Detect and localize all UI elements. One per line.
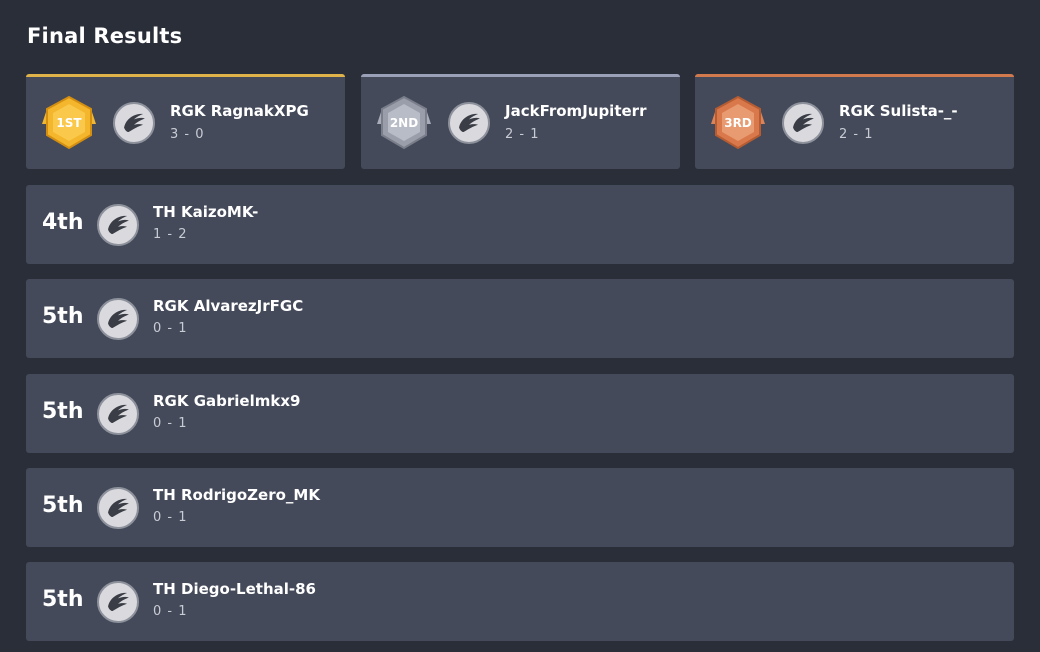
page-title: Final Results [27, 24, 183, 48]
player-score: 0 - 1 [153, 604, 188, 619]
player-name: RGK AlvarezJrFGC [153, 297, 304, 315]
player-name: RGK RagnakXPG [170, 102, 309, 120]
player-score: 2 - 1 [839, 127, 874, 142]
placement: 5th [42, 587, 84, 612]
wing-logo-icon [97, 487, 139, 529]
standing-row[interactable]: 5th RGK Gabrielmkx9 0 - 1 [26, 374, 1014, 453]
player-name: RGK Sulista-_- [839, 102, 958, 120]
placement: 5th [42, 304, 84, 329]
player-name: JackFromJupiterr [505, 102, 647, 120]
wing-logo-icon [97, 393, 139, 435]
podium-card-2nd[interactable]: 2ND JackFromJupiterr 2 - 1 [361, 74, 680, 169]
player-score: 3 - 0 [170, 127, 205, 142]
player-score: 1 - 2 [153, 227, 188, 242]
standing-row[interactable]: 5th TH Diego-Lethal-86 0 - 1 [26, 562, 1014, 641]
player-score: 2 - 1 [505, 127, 540, 142]
standing-row[interactable]: 4th TH KaizoMK- 1 - 2 [26, 185, 1014, 264]
player-name: TH KaizoMK- [153, 203, 259, 221]
player-score: 0 - 1 [153, 510, 188, 525]
gold-accent-bar [26, 74, 345, 77]
wing-logo-icon [448, 102, 490, 144]
player-name: TH RodrigoZero_MK [153, 486, 320, 504]
bronze-medal-icon: 3RD [711, 95, 765, 150]
standing-row[interactable]: 5th TH RodrigoZero_MK 0 - 1 [26, 468, 1014, 547]
podium-card-1st[interactable]: 1ST RGK RagnakXPG 3 - 0 [26, 74, 345, 169]
wing-logo-icon [113, 102, 155, 144]
final-results-panel: Final Results 1ST RGK RagnakXPG 3 - 0 2N… [0, 0, 1040, 652]
player-score: 0 - 1 [153, 416, 188, 431]
medal-label: 3RD [724, 116, 752, 130]
wing-logo-icon [782, 102, 824, 144]
silver-accent-bar [361, 74, 680, 77]
gold-medal-icon: 1ST [42, 95, 96, 150]
standing-row[interactable]: 5th RGK AlvarezJrFGC 0 - 1 [26, 279, 1014, 358]
podium-card-3rd[interactable]: 3RD RGK Sulista-_- 2 - 1 [695, 74, 1014, 169]
silver-medal-icon: 2ND [377, 95, 431, 150]
wing-logo-icon [97, 204, 139, 246]
medal-label: 1ST [56, 116, 82, 130]
placement: 4th [42, 210, 84, 235]
medal-label: 2ND [390, 116, 418, 130]
player-name: RGK Gabrielmkx9 [153, 392, 301, 410]
placement: 5th [42, 493, 84, 518]
bronze-accent-bar [695, 74, 1014, 77]
player-name: TH Diego-Lethal-86 [153, 580, 316, 598]
player-score: 0 - 1 [153, 321, 188, 336]
wing-logo-icon [97, 298, 139, 340]
placement: 5th [42, 399, 84, 424]
wing-logo-icon [97, 581, 139, 623]
